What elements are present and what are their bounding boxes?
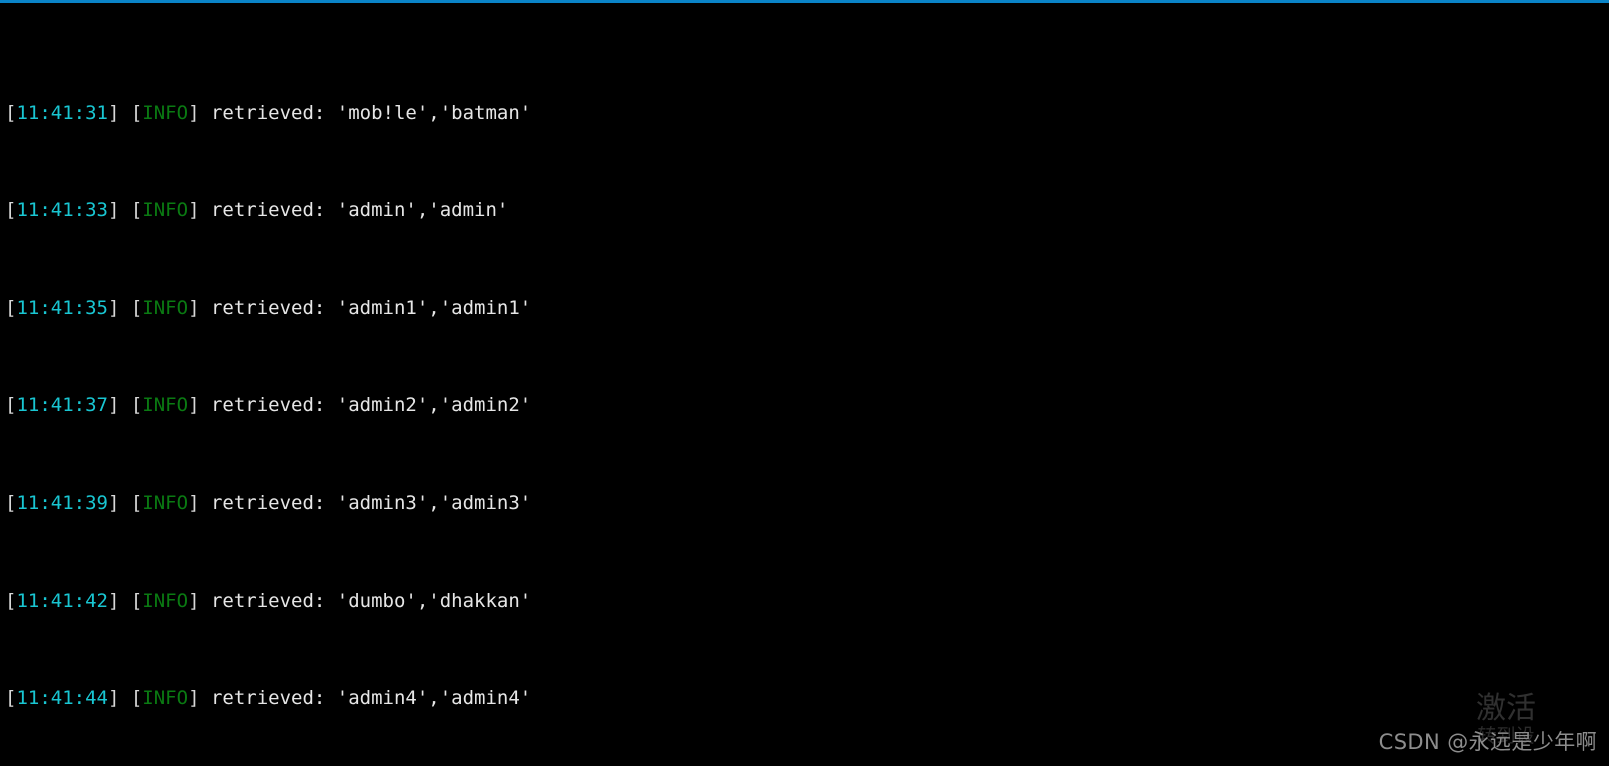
log-level: INFO: [142, 296, 189, 319]
log-line: [11:41:44] [INFO] retrieved: 'admin4','a…: [5, 686, 1515, 710]
log-timestamp: 11:41:42: [16, 589, 108, 612]
log-bracket-close: ] [: [107, 492, 143, 515]
log-bracket-close2: ]: [188, 492, 211, 515]
log-bracket-close: ] [: [107, 687, 143, 710]
log-line: [11:41:42] [INFO] retrieved: 'dumbo','dh…: [5, 589, 1515, 613]
log-bracket-close2: ]: [188, 589, 211, 612]
log-bracket-close: ] [: [107, 296, 143, 319]
log-bracket-close: ] [: [107, 589, 143, 612]
log-bracket-open: [: [5, 199, 17, 222]
log-message: retrieved: 'admin1','admin1': [210, 296, 532, 319]
log-bracket-open: [: [5, 492, 17, 515]
log-message: retrieved: 'admin','admin': [210, 199, 509, 222]
log-level: INFO: [142, 199, 189, 222]
log-message: retrieved: 'admin3','admin3': [210, 492, 532, 515]
log-level: INFO: [142, 101, 189, 124]
log-bracket-open: [: [5, 687, 17, 710]
log-bracket-open: [: [5, 101, 17, 124]
terminal-output: [11:41:31] [INFO] retrieved: 'mob!le','b…: [5, 3, 1515, 766]
log-line: [11:41:35] [INFO] retrieved: 'admin1','a…: [5, 296, 1515, 320]
log-message: retrieved: 'admin4','admin4': [210, 687, 532, 710]
log-bracket-close2: ]: [188, 296, 211, 319]
log-line: [11:41:37] [INFO] retrieved: 'admin2','a…: [5, 393, 1515, 417]
log-level: INFO: [142, 687, 189, 710]
log-timestamp: 11:41:33: [16, 199, 108, 222]
log-bracket-open: [: [5, 296, 17, 319]
log-bracket-close2: ]: [188, 199, 211, 222]
log-bracket-close: ] [: [107, 394, 143, 417]
log-message: retrieved: 'dumbo','dhakkan': [210, 589, 532, 612]
log-bracket-close: ] [: [107, 101, 143, 124]
log-level: INFO: [142, 492, 189, 515]
log-bracket-close2: ]: [188, 101, 211, 124]
terminal-window: [11:41:31] [INFO] retrieved: 'mob!le','b…: [0, 0, 1609, 766]
log-bracket-close: ] [: [107, 199, 143, 222]
log-line: [11:41:39] [INFO] retrieved: 'admin3','a…: [5, 491, 1515, 515]
log-timestamp: 11:41:37: [16, 394, 108, 417]
log-timestamp: 11:41:39: [16, 492, 108, 515]
log-bracket-close2: ]: [188, 687, 211, 710]
log-message: retrieved: 'mob!le','batman': [210, 101, 532, 124]
log-line: [11:41:33] [INFO] retrieved: 'admin','ad…: [5, 198, 1515, 222]
log-message: retrieved: 'admin2','admin2': [210, 394, 532, 417]
log-level: INFO: [142, 589, 189, 612]
log-timestamp: 11:41:35: [16, 296, 108, 319]
log-timestamp: 11:41:31: [16, 101, 108, 124]
log-bracket-open: [: [5, 394, 17, 417]
log-timestamp: 11:41:44: [16, 687, 108, 710]
log-line: [11:41:31] [INFO] retrieved: 'mob!le','b…: [5, 101, 1515, 125]
log-level: INFO: [142, 394, 189, 417]
log-bracket-open: [: [5, 589, 17, 612]
log-bracket-close2: ]: [188, 394, 211, 417]
